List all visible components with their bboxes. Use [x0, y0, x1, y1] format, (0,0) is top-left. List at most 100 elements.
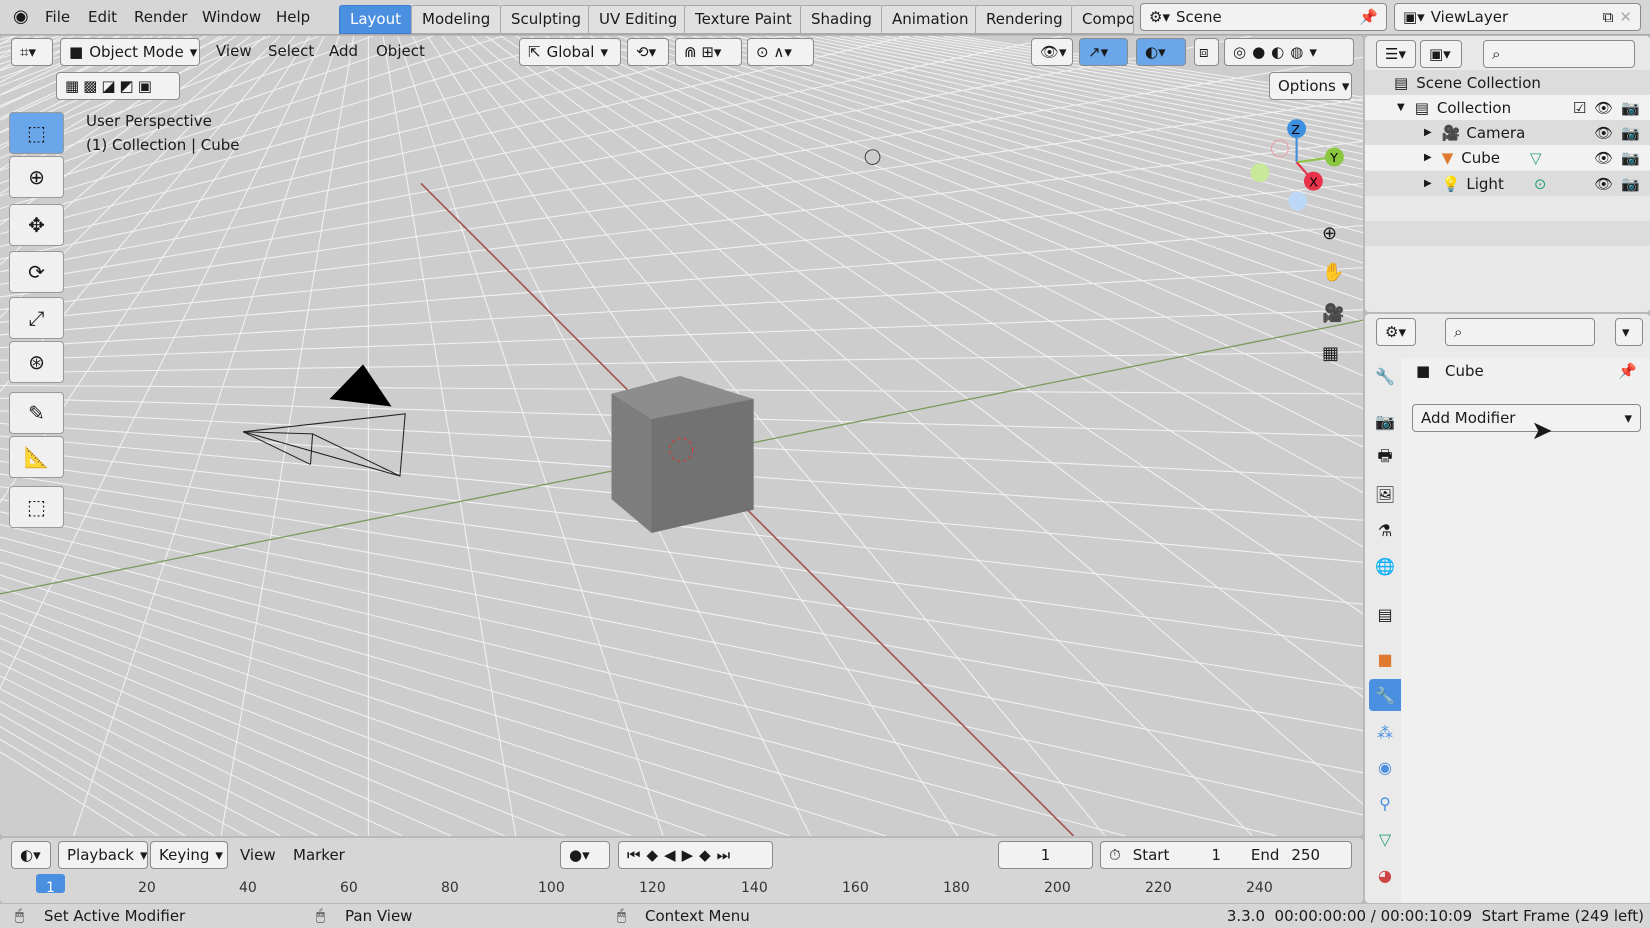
outliner-item-cube[interactable]: ▶ ▼ Cube ▽ 👁 📷 [1365, 145, 1650, 170]
add-modifier-label: Add Modifier [1421, 409, 1516, 427]
tab-world[interactable]: 🌐 [1369, 550, 1401, 582]
tab-scene[interactable]: ⚗ [1369, 514, 1401, 546]
eye-icon[interactable]: 👁 [1594, 175, 1613, 193]
frame-range[interactable]: ⏱ Start 1 End 250 [1100, 841, 1352, 869]
properties-options[interactable]: ▾ [1615, 318, 1643, 346]
scene-selector[interactable]: ⚙▾ Scene 📌 [1140, 3, 1387, 31]
tab-physics[interactable]: ◉ [1369, 751, 1401, 783]
tab-data[interactable]: ▽ [1369, 823, 1401, 855]
scene-objects [242, 149, 881, 533]
cube-object[interactable] [611, 376, 754, 533]
pin-icon[interactable]: 📌 [1359, 8, 1378, 26]
tab-collection[interactable]: ▤ [1369, 598, 1401, 630]
menu-edit[interactable]: Edit [88, 8, 117, 26]
start-label: Start [1132, 846, 1170, 864]
playback-controls[interactable]: ⏮◆◀▶◆⏭ [618, 841, 773, 869]
tab-render[interactable]: 📷 [1369, 405, 1401, 437]
eye-icon[interactable]: 👁 [1594, 124, 1613, 142]
menu-render[interactable]: Render [134, 8, 187, 26]
outliner-scene-collection[interactable]: ▤ Scene Collection [1365, 70, 1650, 95]
eye-icon[interactable]: 👁 [1594, 99, 1613, 117]
tab-modeling[interactable]: Modeling [411, 5, 502, 34]
frame-tick: 220 [1145, 880, 1172, 896]
frame-tick: 100 [538, 880, 565, 896]
outliner-collection[interactable]: ▼ ▤ Collection ☑ 👁 📷 [1365, 95, 1650, 120]
tab-material[interactable]: ◕ [1369, 859, 1401, 891]
end-value[interactable]: 250 [1291, 846, 1320, 864]
frame-tick: 200 [1044, 880, 1071, 896]
outliner-display-mode[interactable]: ☰▾ [1376, 40, 1416, 68]
tab-layout[interactable]: Layout [339, 5, 412, 34]
expand-icon[interactable]: ▶ [1424, 152, 1432, 163]
tab-animation[interactable]: Animation [881, 5, 980, 34]
expand-icon[interactable]: ▶ [1424, 127, 1432, 138]
frame-tick: 240 [1246, 880, 1273, 896]
collection-label: Collection [1436, 98, 1512, 117]
mesh-object-icon: ▼ [1441, 148, 1454, 167]
camera-object[interactable] [242, 364, 406, 477]
object-name: Cube [1445, 362, 1484, 380]
camera-label: Camera [1466, 123, 1526, 142]
playback-label: Playback [67, 846, 134, 864]
light-object[interactable] [864, 149, 881, 165]
light-label: Light [1466, 174, 1504, 193]
tab-uv-editing[interactable]: UV Editing [588, 5, 689, 34]
blender-logo-icon[interactable]: ◉ [13, 6, 29, 27]
render-camera-icon[interactable]: 📷 [1621, 175, 1640, 193]
collection-icon: ▤ [1414, 98, 1429, 117]
checkbox-icon[interactable]: ☑ [1573, 99, 1586, 117]
properties-editor: ⚙▾ ⌕ ▾ ■ Cube 📌 Add Modifier ▾ [1365, 314, 1650, 903]
timeline-menu-marker[interactable]: Marker [293, 846, 345, 864]
outliner-filter-view[interactable]: ▣▾ [1420, 40, 1462, 68]
render-camera-icon[interactable]: 📷 [1621, 99, 1640, 117]
timeline-menu-view[interactable]: View [240, 846, 276, 864]
menu-file[interactable]: File [45, 8, 70, 26]
tab-particles[interactable]: ⁂ [1369, 716, 1401, 748]
light-data-icon[interactable]: ⊙ [1534, 175, 1547, 193]
copy-icon[interactable]: ⧉ [1603, 8, 1614, 26]
expand-icon[interactable]: ▶ [1424, 178, 1432, 189]
hint-pan-view: Pan View [345, 907, 413, 925]
tab-shading[interactable]: Shading [800, 5, 883, 34]
menu-help[interactable]: Help [276, 8, 310, 26]
tab-view-layer[interactable]: 🖼 [1369, 478, 1401, 510]
properties-search[interactable]: ⌕ [1445, 318, 1595, 346]
start-value[interactable]: 1 [1211, 846, 1221, 864]
playback-dropdown[interactable]: Playback ▾ [58, 841, 148, 869]
3d-viewport[interactable]: ⌗▾ ■ Object Mode ▾ View Select Add Object … [0, 36, 1363, 836]
tab-constraints[interactable]: ⚲ [1369, 787, 1401, 819]
tab-rendering[interactable]: Rendering [975, 5, 1074, 34]
current-frame-field[interactable]: 1 [998, 841, 1093, 869]
view-layer-selector[interactable]: ▣▾ ViewLayer ⧉ ✕ [1394, 3, 1641, 31]
close-icon[interactable]: ✕ [1619, 8, 1632, 26]
frame-tick: 40 [239, 880, 257, 896]
light-icon: 💡 [1441, 174, 1461, 193]
tab-object[interactable]: ■ [1369, 643, 1401, 675]
outliner-item-camera[interactable]: ▶ 🎥 Camera 👁 📷 [1365, 120, 1650, 145]
tab-output[interactable]: 🖶 [1369, 442, 1401, 474]
tab-tool[interactable]: 🔧 [1369, 360, 1401, 392]
mesh-data-icon[interactable]: ▽ [1530, 149, 1542, 167]
mouse-cursor-icon: ➤ [1531, 416, 1553, 446]
outliner-item-light[interactable]: ▶ 💡 Light ⊙ 👁 📷 [1365, 171, 1650, 196]
blender-window: ◉ File Edit Render Window Help Layout Mo… [0, 0, 1650, 928]
timeline-editor-type[interactable]: ◐▾ [11, 841, 51, 869]
render-camera-icon[interactable]: 📷 [1621, 149, 1640, 167]
tab-sculpting[interactable]: Sculpting [500, 5, 593, 34]
pin-icon[interactable]: 📌 [1618, 362, 1637, 380]
add-modifier-dropdown[interactable]: Add Modifier ▾ [1412, 404, 1641, 432]
menu-window[interactable]: Window [202, 8, 261, 26]
mouse-right-icon: 🖱 [617, 906, 627, 924]
frame-tick: 20 [138, 880, 156, 896]
tab-modifiers[interactable]: 🔧 [1369, 679, 1401, 711]
expand-icon[interactable]: ▼ [1397, 102, 1405, 113]
render-camera-icon[interactable]: 📷 [1621, 124, 1640, 142]
eye-icon[interactable]: 👁 [1594, 149, 1613, 167]
tab-compositing[interactable]: Compo [1071, 5, 1134, 34]
keying-dropdown[interactable]: Keying ▾ [150, 841, 228, 869]
properties-editor-type[interactable]: ⚙▾ [1376, 318, 1416, 346]
tab-texture-paint[interactable]: Texture Paint [684, 5, 803, 34]
frame-tick: 180 [943, 880, 970, 896]
outliner-search[interactable]: ⌕ [1483, 40, 1635, 68]
auto-keying-toggle[interactable]: ●▾ [560, 841, 610, 869]
